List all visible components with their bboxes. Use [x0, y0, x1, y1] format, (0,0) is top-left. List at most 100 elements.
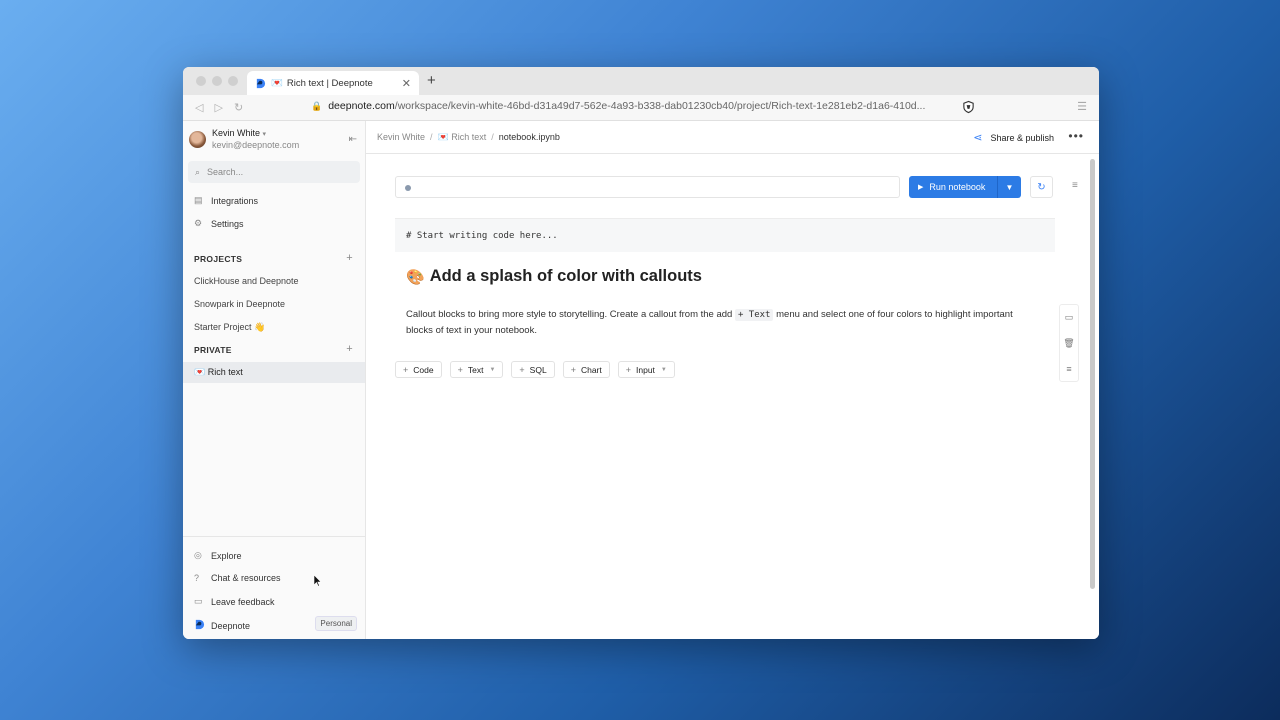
- sidebar-item-chat[interactable]: ? Chat & resources: [194, 573, 281, 583]
- sidebar-project-snowpark[interactable]: Snowpark in Deepnote: [194, 299, 285, 309]
- run-label: Run notebook: [929, 182, 986, 192]
- maximize-window-button[interactable]: [228, 76, 238, 86]
- share-label: Share & publish: [990, 132, 1054, 143]
- share-publish-button[interactable]: ⋖ Share & publish: [973, 131, 1054, 144]
- url-field[interactable]: 🔒 deepnote.com /workspace/kevin-white-46…: [311, 100, 925, 112]
- add-text-button[interactable]: + Text ▼: [449, 361, 504, 378]
- cell-actions-toolbar: ▭ 🗑 ≡: [1059, 304, 1079, 382]
- close-window-button[interactable]: [196, 76, 206, 86]
- tab-title: Rich text | Deepnote: [286, 77, 373, 89]
- minimize-window-button[interactable]: [212, 76, 222, 86]
- forward-icon[interactable]: ▷: [214, 101, 222, 114]
- brave-shield-icon[interactable]: [962, 100, 975, 114]
- sidebar-project-rich-text[interactable]: 💌 Rich text: [183, 362, 365, 383]
- kernel-status-icon: [405, 185, 411, 191]
- projects-section-header: PROJECTS +: [194, 252, 353, 264]
- heading-text: Add a splash of color with callouts: [429, 267, 702, 285]
- add-block-toolbar: + Code + Text ▼ + SQL + Chart + Input ▼: [395, 361, 675, 378]
- url-host: deepnote.com: [328, 100, 395, 112]
- code-cell[interactable]: # Start writing code here...: [395, 218, 1055, 252]
- sidebar-item-integrations[interactable]: ▤ Integrations: [194, 195, 258, 206]
- trash-icon[interactable]: 🗑: [1063, 338, 1074, 349]
- back-icon[interactable]: ◁: [195, 101, 203, 114]
- private-section-header: PRIVATE +: [194, 343, 353, 355]
- sidebar-item-label: Explore: [211, 550, 242, 561]
- breadcrumb-project[interactable]: 💌 Rich text: [438, 132, 487, 143]
- sidebar-project-clickhouse[interactable]: ClickHouse and Deepnote: [194, 276, 299, 286]
- search-placeholder: Search...: [207, 167, 244, 177]
- search-input[interactable]: ⌕ Search...: [188, 161, 360, 183]
- add-project-icon[interactable]: +: [346, 252, 353, 264]
- breadcrumb-notebook[interactable]: notebook.ipynb: [499, 132, 560, 142]
- user-menu[interactable]: Kevin White ▾ kevin@deepnote.com ⇤: [189, 127, 357, 151]
- sidebar-item-explore[interactable]: ◎ Explore: [194, 550, 242, 561]
- share-icon: ⋖: [973, 132, 983, 144]
- sidebar-item-label: Settings: [211, 218, 244, 229]
- projects-header: PROJECTS: [194, 254, 243, 264]
- sidebar-item-label: Leave feedback: [211, 596, 275, 607]
- restart-kernel-button[interactable]: ↻: [1030, 176, 1053, 198]
- scrollbar[interactable]: [1090, 159, 1095, 589]
- browser-tab[interactable]: 💌 Rich text | Deepnote ✕: [247, 71, 419, 95]
- add-code-button[interactable]: + Code: [395, 361, 442, 378]
- outline-toggle-icon[interactable]: ≡: [1072, 180, 1078, 191]
- chevron-down-icon: ▼: [1005, 182, 1014, 192]
- deepnote-logo-icon: [256, 78, 266, 88]
- more-options-icon[interactable]: •••: [1068, 129, 1084, 143]
- breadcrumb: Kevin White / 💌 Rich text / notebook.ipy…: [366, 121, 1099, 154]
- tab-bar: 💌 Rich text | Deepnote ✕ +: [183, 67, 1099, 95]
- compass-icon: ◎: [194, 550, 202, 560]
- reload-icon[interactable]: ↻: [234, 101, 243, 114]
- browser-menu-icon[interactable]: ☰: [1077, 100, 1087, 113]
- comment-icon[interactable]: ▭: [1065, 312, 1074, 323]
- notebook-heading[interactable]: 🎨 Add a splash of color with callouts: [406, 267, 702, 286]
- add-sql-button[interactable]: + SQL: [511, 361, 555, 378]
- add-private-project-icon[interactable]: +: [346, 343, 353, 355]
- integrations-icon: ▤: [194, 195, 203, 205]
- run-notebook-button[interactable]: ▶ Run notebook: [909, 176, 997, 198]
- refresh-icon: ↻: [1037, 181, 1046, 193]
- notebook-status-bar[interactable]: [395, 176, 900, 198]
- add-input-button[interactable]: + Input ▼: [617, 361, 675, 378]
- run-options-dropdown[interactable]: ▼: [997, 176, 1021, 198]
- workspace-name: Deepnote: [211, 620, 251, 631]
- notebook-main: Kevin White / 💌 Rich text / notebook.ipy…: [366, 121, 1099, 639]
- new-tab-button[interactable]: +: [427, 72, 436, 89]
- tab-emoji: 💌: [271, 77, 283, 89]
- code-text: # Start writing code here...: [406, 230, 558, 241]
- breadcrumb-workspace[interactable]: Kevin White: [377, 132, 425, 142]
- sidebar: Kevin White ▾ kevin@deepnote.com ⇤ ⌕ Sea…: [183, 121, 366, 639]
- sidebar-item-feedback[interactable]: ▭ Leave feedback: [194, 596, 275, 607]
- url-path: /workspace/kevin-white-46bd-d31a49d7-562…: [394, 100, 926, 112]
- text-cell[interactable]: Callout blocks to bring more style to st…: [406, 307, 1026, 339]
- palette-emoji: 🎨: [406, 268, 425, 286]
- close-tab-icon[interactable]: ✕: [402, 77, 411, 90]
- user-email: kevin@deepnote.com: [212, 139, 300, 150]
- help-icon: ?: [194, 573, 200, 583]
- inline-code: + Text: [734, 309, 774, 321]
- sidebar-item-label: Chat & resources: [211, 573, 281, 583]
- menu-icon[interactable]: ≡: [1066, 364, 1071, 374]
- mouse-cursor-icon: [314, 575, 322, 587]
- browser-window: 💌 Rich text | Deepnote ✕ + ◁ ▷ ↻ 🔒 deepn…: [183, 67, 1099, 639]
- sidebar-item-settings[interactable]: ⚙ Settings: [194, 218, 244, 229]
- lock-icon: 🔒: [311, 100, 323, 111]
- play-icon: ▶: [918, 184, 924, 191]
- window-controls: [196, 76, 238, 86]
- user-name: Kevin White: [212, 127, 261, 138]
- message-icon: ▭: [194, 596, 203, 606]
- address-bar: ◁ ▷ ↻ 🔒 deepnote.com /workspace/kevin-wh…: [183, 95, 1099, 121]
- collapse-sidebar-icon[interactable]: ⇤: [349, 134, 357, 145]
- gear-icon: ⚙: [194, 218, 203, 228]
- sidebar-footer: ◎ Explore ? Chat & resources ▭ Leave fee…: [183, 536, 365, 639]
- private-header: PRIVATE: [194, 345, 232, 355]
- add-chart-button[interactable]: + Chart: [562, 361, 610, 378]
- workspace-switcher[interactable]: Deepnote: [194, 619, 250, 632]
- sidebar-item-label: Integrations: [211, 195, 259, 206]
- avatar: [189, 130, 206, 148]
- sidebar-project-starter[interactable]: Starter Project 👋: [194, 322, 265, 333]
- chevron-down-icon: ▼: [660, 366, 667, 373]
- search-icon: ⌕: [195, 166, 201, 177]
- chevron-down-icon: ▾: [262, 130, 267, 138]
- workspace-badge: Personal: [315, 616, 357, 631]
